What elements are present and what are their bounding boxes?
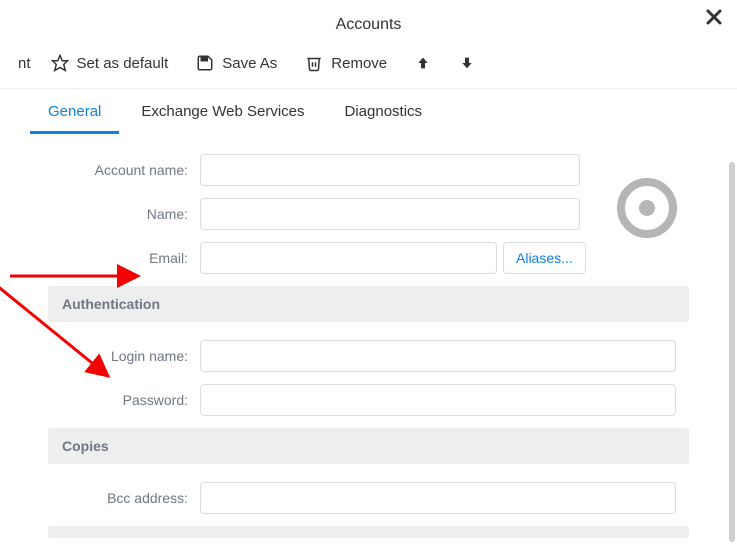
move-up-button[interactable] [415, 55, 431, 71]
row-password: Password: [0, 384, 737, 416]
account-name-input[interactable] [200, 154, 580, 186]
save-as-button[interactable]: Save As [196, 54, 277, 72]
password-label: Password: [48, 392, 200, 408]
close-icon [705, 8, 723, 26]
section-next [48, 526, 689, 538]
row-login-name: Login name: [0, 340, 737, 372]
bcc-input[interactable] [200, 482, 676, 514]
name-label: Name: [48, 206, 200, 222]
scrollbar[interactable] [729, 162, 735, 542]
email-input[interactable] [200, 242, 497, 274]
move-down-button[interactable] [459, 55, 475, 71]
password-input[interactable] [200, 384, 676, 416]
name-input[interactable] [200, 198, 580, 230]
star-icon [51, 54, 69, 72]
save-icon [196, 54, 214, 72]
set-default-button[interactable]: Set as default [51, 54, 169, 72]
avatar-icon [617, 178, 677, 238]
remove-label: Remove [331, 55, 387, 72]
aliases-button[interactable]: Aliases... [503, 242, 586, 274]
account-avatar[interactable] [617, 178, 677, 243]
tab-diagnostics[interactable]: Diagnostics [345, 103, 423, 134]
email-label: Email: [48, 250, 200, 266]
trash-icon [305, 54, 323, 72]
save-as-label: Save As [222, 55, 277, 72]
dialog-title: Accounts [0, 0, 737, 34]
truncated-item[interactable]: nt [18, 55, 31, 72]
close-button[interactable] [705, 8, 723, 31]
arrow-up-icon [415, 55, 431, 71]
bcc-label: Bcc address: [48, 490, 200, 506]
set-default-label: Set as default [77, 55, 169, 72]
row-email: Email: Aliases... [0, 242, 737, 274]
login-name-label: Login name: [48, 348, 200, 364]
tab-general[interactable]: General [48, 103, 101, 134]
account-name-label: Account name: [48, 162, 200, 178]
section-authentication: Authentication [48, 286, 689, 322]
login-name-input[interactable] [200, 340, 676, 372]
remove-button[interactable]: Remove [305, 54, 387, 72]
tabs: General Exchange Web Services Diagnostic… [0, 89, 737, 134]
arrow-down-icon [459, 55, 475, 71]
accounts-dialog: Accounts nt Set as default Save As Remov… [0, 0, 737, 559]
section-copies: Copies [48, 428, 689, 464]
row-bcc: Bcc address: [0, 482, 737, 514]
toolbar: nt Set as default Save As Remove [0, 34, 737, 89]
tab-exchange-web-services[interactable]: Exchange Web Services [141, 103, 304, 134]
